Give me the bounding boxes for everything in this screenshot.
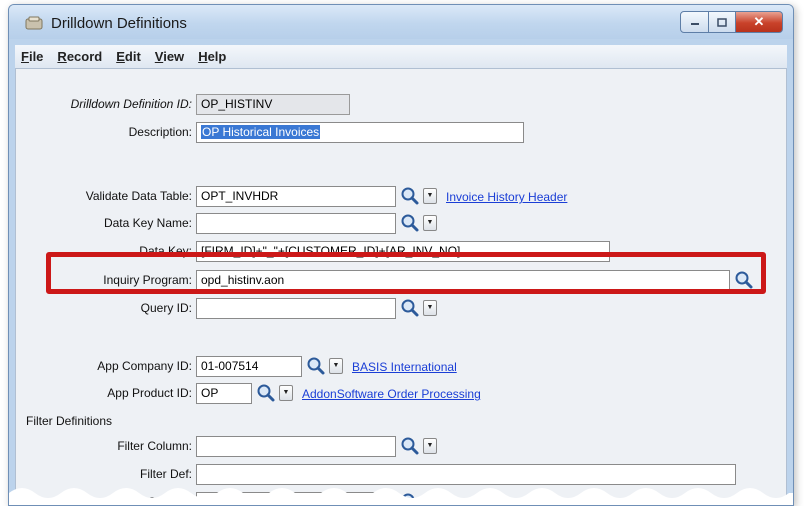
window-controls: ✕	[680, 11, 783, 33]
drilldown-id-label: Drilldown Definition ID:	[70, 97, 192, 111]
minimize-button[interactable]	[680, 11, 709, 33]
app-product-id-label: App Product ID:	[107, 386, 192, 400]
maximize-button[interactable]	[709, 11, 736, 33]
dropdown-arrow-icon[interactable]: ▼	[329, 358, 343, 374]
addonsoftware-order-processing-link[interactable]: AddonSoftware Order Processing	[302, 387, 481, 401]
description-label: Description:	[128, 125, 192, 139]
menu-bar: File Record Edit View Help	[15, 45, 787, 69]
menu-edit-mnemonic: E	[116, 49, 125, 64]
maximize-icon	[717, 17, 727, 27]
magnifier-icon[interactable]	[400, 298, 420, 318]
validate-table-label: Validate Data Table:	[85, 189, 192, 203]
menu-view[interactable]: View	[155, 49, 184, 64]
menu-view-mnemonic: V	[154, 49, 164, 64]
menu-file-mnemonic: F	[21, 49, 29, 64]
filter-def-label: Filter Def:	[139, 467, 192, 481]
menu-record[interactable]: Record	[57, 49, 102, 64]
menu-help-label: elp	[207, 49, 227, 64]
dropdown-arrow-icon[interactable]: ▼	[423, 438, 437, 454]
menu-file-label: ile	[28, 49, 44, 64]
menu-edit-label: dit	[124, 49, 141, 64]
app-company-id-label: App Company ID:	[97, 359, 192, 373]
filter-column-field[interactable]	[196, 436, 396, 457]
minimize-icon	[690, 23, 699, 25]
app-company-id-field[interactable]: 01-007514	[196, 356, 302, 377]
dropdown-arrow-icon[interactable]: ▼	[279, 385, 293, 401]
menu-record-label: ecord	[66, 49, 103, 64]
magnifier-icon[interactable]	[400, 186, 420, 206]
validate-table-field[interactable]: OPT_INVHDR	[196, 186, 396, 207]
dropdown-arrow-icon[interactable]: ▼	[423, 215, 437, 231]
data-key-name-label: Data Key Name:	[103, 216, 192, 230]
menu-view-label: iew	[163, 49, 185, 64]
dropdown-arrow-icon[interactable]: ▼	[423, 188, 437, 204]
description-field[interactable]: OP Historical Invoices	[196, 122, 524, 143]
magnifier-icon[interactable]	[400, 213, 420, 233]
menu-record-mnemonic: R	[57, 49, 67, 64]
close-icon: ✕	[753, 14, 765, 29]
dropdown-arrow-icon[interactable]: ▼	[423, 300, 437, 316]
filter-column-label: Filter Column:	[117, 439, 192, 453]
filter-definitions-heading: Filter Definitions	[26, 414, 113, 428]
description-selected-text: OP Historical Invoices	[201, 125, 321, 139]
query-id-field[interactable]	[196, 298, 396, 319]
magnifier-icon[interactable]	[400, 436, 420, 456]
inquiry-program-highlight	[46, 252, 766, 294]
app-product-id-field[interactable]: OP	[196, 383, 252, 404]
drilldown-id-field[interactable]: OP_HISTINV	[196, 94, 350, 115]
basis-international-link[interactable]: BASIS International	[352, 360, 457, 374]
menu-edit[interactable]: Edit	[116, 49, 141, 64]
data-key-name-field[interactable]	[196, 213, 396, 234]
magnifier-icon[interactable]	[256, 383, 276, 403]
query-id-label: Query ID:	[140, 301, 192, 315]
filter-def-field[interactable]	[196, 464, 736, 485]
invoice-history-header-link[interactable]: Invoice History Header	[446, 190, 567, 204]
drilldown-app-icon	[25, 16, 43, 30]
close-button[interactable]: ✕	[736, 11, 783, 33]
menu-help[interactable]: Help	[198, 49, 226, 64]
window-title: Drilldown Definitions	[51, 15, 187, 32]
title-bar[interactable]: Drilldown Definitions ✕	[9, 5, 793, 39]
menu-file[interactable]: File	[21, 49, 43, 64]
magnifier-icon[interactable]	[306, 356, 326, 376]
torn-edge-decoration	[9, 488, 793, 505]
menu-help-mnemonic: H	[198, 49, 208, 64]
